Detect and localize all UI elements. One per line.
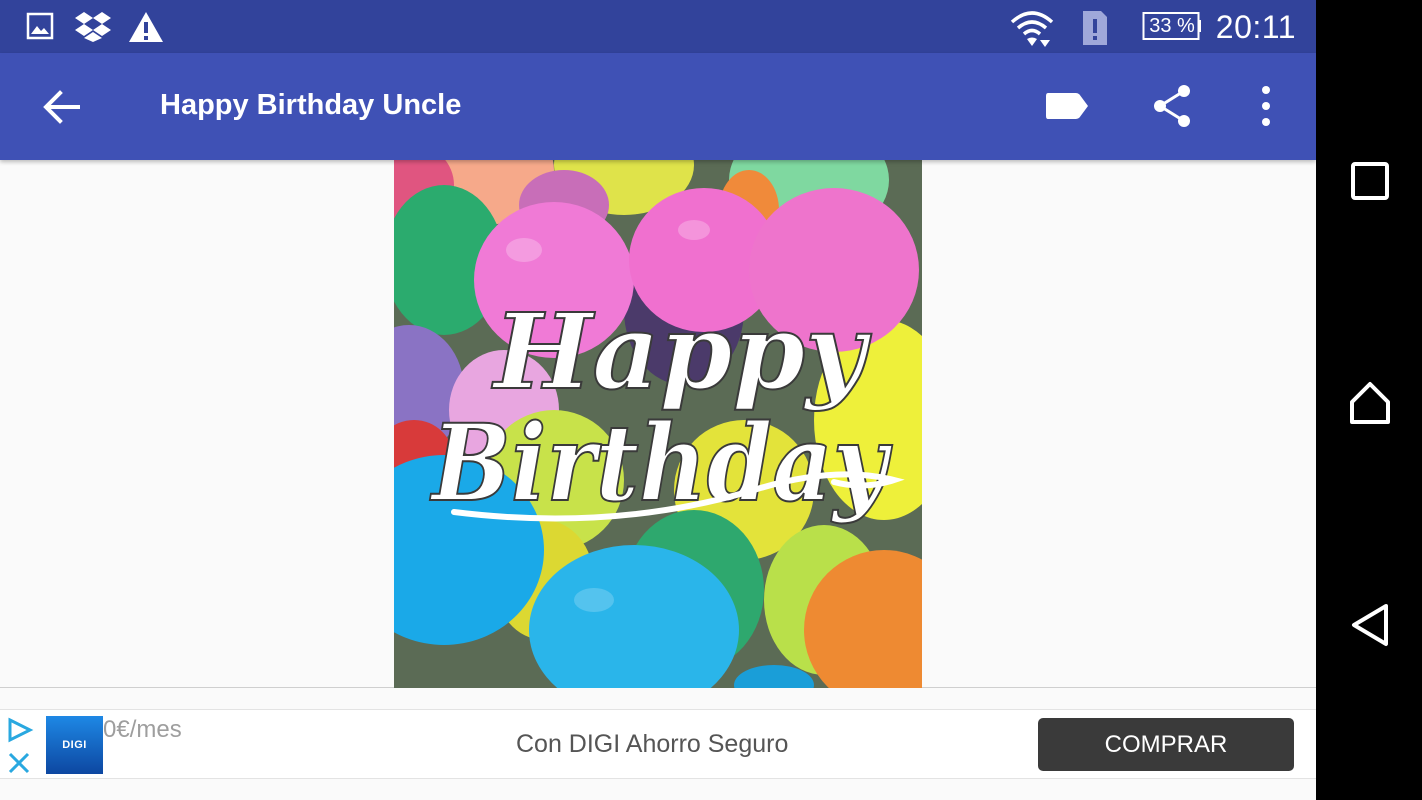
digi-logo: DIGI	[46, 716, 103, 774]
ad-headline[interactable]: Con DIGI Ahorro Seguro	[516, 730, 788, 759]
label-icon[interactable]	[1042, 81, 1092, 131]
ad-banner[interactable]: DIGI 0€/mes Con DIGI Ahorro Seguro COMPR…	[0, 709, 1316, 779]
recents-icon[interactable]	[1349, 158, 1391, 204]
home-icon[interactable]	[1349, 380, 1391, 426]
share-icon[interactable]	[1148, 81, 1198, 131]
screen: 33 % 20:11 Happy Birthday Uncle Happy Bi…	[0, 0, 1422, 800]
comprar-button[interactable]: COMPRAR	[1038, 718, 1294, 771]
card-text-birthday: Birthday	[429, 400, 892, 525]
ad-price-text: 0€/mes	[103, 716, 182, 743]
content-area: Happy Birthday	[0, 160, 1316, 688]
sim-alert-icon	[1083, 11, 1107, 45]
app-bar: Happy Birthday Uncle	[0, 53, 1316, 160]
dropbox-icon	[75, 12, 111, 42]
back-nav-icon[interactable]	[1349, 602, 1391, 648]
status-bar: 33 % 20:11	[0, 0, 1316, 53]
warning-icon	[129, 12, 163, 42]
battery-percentage: 33 %	[1149, 15, 1195, 37]
clock: 20:11	[1215, 9, 1296, 45]
navigation-bar	[1316, 0, 1422, 800]
wifi-icon	[1010, 11, 1054, 47]
page-title: Happy Birthday Uncle	[160, 89, 462, 121]
adchoices-icon[interactable]	[6, 716, 34, 774]
card-text-happy: Happy	[491, 290, 872, 413]
back-arrow-icon[interactable]	[38, 83, 86, 131]
gallery-icon	[26, 12, 54, 40]
more-vert-icon[interactable]	[1241, 81, 1291, 131]
battery-icon: 33 %	[1142, 11, 1202, 41]
birthday-card-image[interactable]: Happy Birthday	[394, 160, 922, 688]
